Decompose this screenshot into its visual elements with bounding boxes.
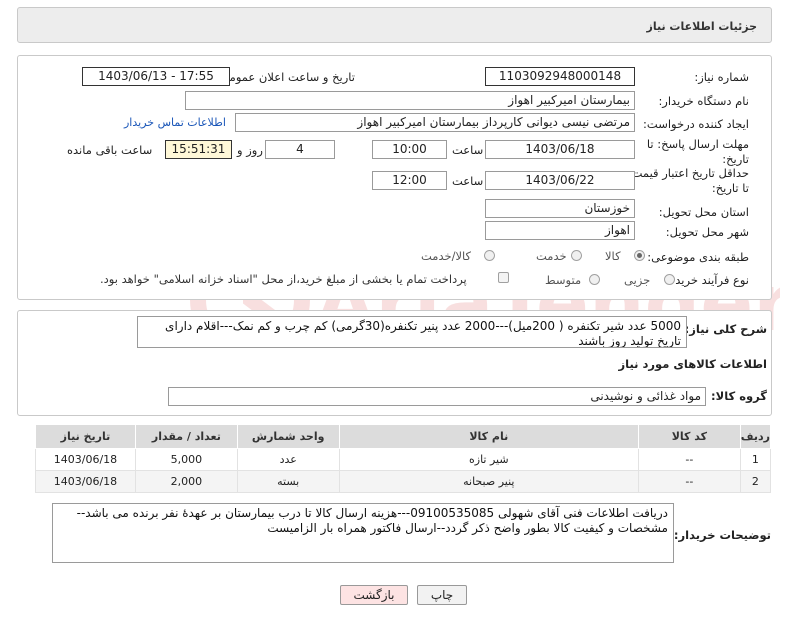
cell-name: شیر تازه: [338, 448, 639, 471]
table-header-row: ردیف کد کالا نام کالا واحد شمارش تعداد /…: [35, 424, 772, 449]
need-number-field: 1103092948000148: [485, 67, 635, 86]
col-qty: تعداد / مقدار: [134, 424, 238, 449]
province-label: استان محل تحویل:: [658, 205, 749, 219]
process-radio-minor[interactable]: [664, 274, 675, 285]
col-date: تاریخ نیاز: [35, 424, 136, 449]
treasury-note: پرداخت تمام یا بخشی از مبلغ خرید،از محل …: [100, 272, 467, 286]
buyer-notes-label: توضیحات خریدار:: [673, 528, 771, 542]
cell-date: 1403/06/18: [35, 470, 136, 493]
need-number-label: شماره نیاز:: [694, 70, 749, 84]
process-radio-medium[interactable]: [589, 274, 600, 285]
cell-date: 1403/06/18: [35, 448, 136, 471]
buyer-notes-textarea: دریافت اطلاعات فنی آقای شهولی 0910053508…: [52, 503, 674, 563]
table-row: 1 -- شیر تازه عدد 5,000 1403/06/18: [35, 448, 772, 471]
table-row: 2 -- پنیر صبحانه بسته 2,000 1403/06/18: [35, 470, 772, 493]
process-option-medium: متوسط: [545, 273, 582, 287]
category-radio-goods-service[interactable]: [484, 250, 495, 261]
deadline-time-field: 10:00: [372, 140, 447, 159]
treasury-checkbox[interactable]: [498, 272, 509, 283]
print-button[interactable]: چاپ: [417, 585, 467, 605]
validity-label: حداقل تاریخ اعتبار قیمت: تا تاریخ:: [627, 166, 749, 195]
validity-time-field: 12:00: [372, 171, 447, 190]
buyer-org-label: نام دستگاه خریدار:: [658, 94, 749, 108]
cell-code: --: [637, 470, 741, 493]
validity-date-field: 1403/06/22: [485, 171, 635, 190]
cell-row: 1: [739, 448, 772, 471]
cell-name: پنیر صبحانه: [338, 470, 639, 493]
days-label: روز و: [237, 143, 263, 157]
cell-qty: 5,000: [134, 448, 238, 471]
creator-field: مرتضی نیسی دیوانی کارپرداز بیمارستان امی…: [235, 113, 635, 132]
city-field: اهواز: [485, 221, 635, 240]
cell-qty: 2,000: [134, 470, 238, 493]
category-radio-goods[interactable]: [634, 250, 645, 261]
contact-info-link[interactable]: اطلاعات تماس خریدار: [124, 116, 226, 129]
buyer-org-field: بیمارستان امیرکبیر اهواز: [185, 91, 635, 110]
deadline-date-field: 1403/06/18: [485, 140, 635, 159]
cell-unit: بسته: [236, 470, 340, 493]
goods-group-field: مواد غذائی و نوشیدنی: [168, 387, 706, 406]
process-option-minor: جزیی: [624, 273, 651, 287]
days-remaining-field: 4: [265, 140, 335, 159]
category-radio-service[interactable]: [571, 250, 582, 261]
category-option-goods: کالا: [605, 249, 621, 263]
category-label: طبقه بندی موضوعی:: [647, 250, 749, 264]
col-row: ردیف: [739, 424, 772, 449]
goods-section-title: اطلاعات کالاهای مورد نیاز: [618, 357, 767, 371]
col-unit: واحد شمارش: [236, 424, 340, 449]
deadline-time-label: ساعت: [452, 143, 484, 157]
cell-code: --: [637, 448, 741, 471]
description-textarea: 5000 عدد شیر تکنفره ( 200میل)---2000 عدد…: [137, 316, 687, 348]
page-title: جزئیات اطلاعات نیاز: [646, 20, 758, 33]
validity-time-label: ساعت: [452, 174, 484, 188]
goods-table: ردیف کد کالا نام کالا واحد شمارش تعداد /…: [35, 424, 772, 493]
back-button[interactable]: بازگشت: [340, 585, 408, 605]
cell-unit: عدد: [236, 448, 340, 471]
announce-datetime-field: 1403/06/13 - 17:55: [82, 67, 230, 86]
creator-label: ایجاد کننده درخواست:: [643, 117, 749, 131]
category-option-service: خدمت: [536, 249, 567, 263]
remaining-time-field: 15:51:31: [165, 140, 232, 159]
process-label: نوع فرآیند خرید :: [667, 273, 749, 287]
city-label: شهر محل تحویل:: [665, 225, 749, 239]
remaining-time-label: ساعت باقی مانده: [67, 143, 153, 157]
page-header: جزئیات اطلاعات نیاز: [17, 7, 772, 43]
province-field: خوزستان: [485, 199, 635, 218]
goods-group-label: گروه کالا:: [711, 389, 767, 403]
category-option-goods-service: کالا/خدمت: [421, 249, 472, 263]
cell-row: 2: [739, 470, 772, 493]
description-label: شرح کلی نیاز:: [684, 322, 767, 336]
deadline-label: مهلت ارسال پاسخ: تا تاریخ:: [646, 137, 749, 166]
col-code: کد کالا: [637, 424, 741, 449]
col-name: نام کالا: [338, 424, 639, 449]
announce-label: تاریخ و ساعت اعلان عمومی:: [216, 70, 355, 84]
